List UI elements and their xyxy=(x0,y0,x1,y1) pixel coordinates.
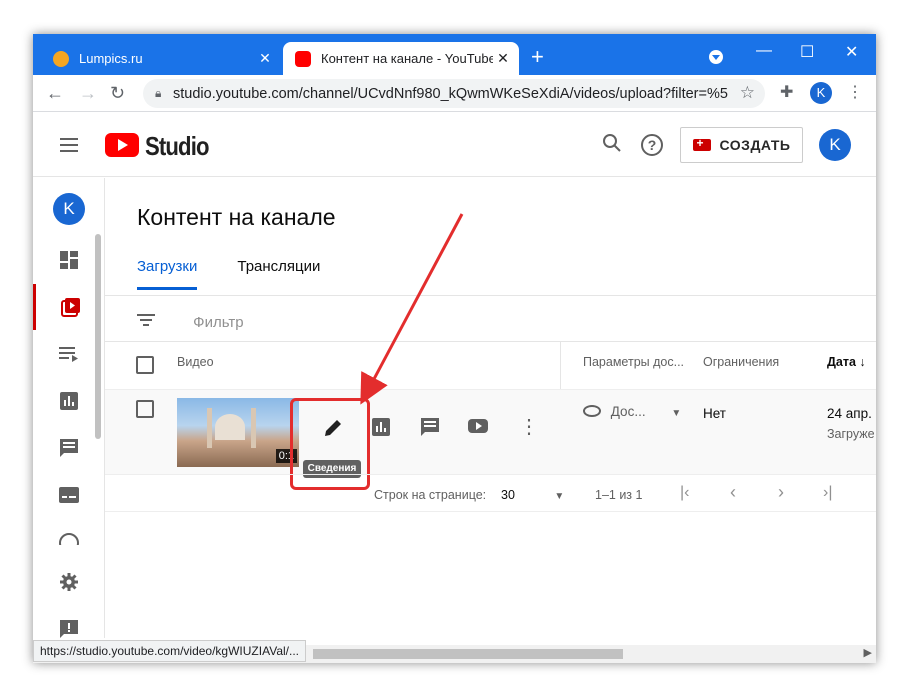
prev-page-icon[interactable]: ‹ xyxy=(730,482,736,503)
tab-title: Lumpics.ru xyxy=(79,51,143,66)
divider xyxy=(105,474,876,475)
rows-per-page-select[interactable]: 30 ▼ xyxy=(501,488,564,502)
divider xyxy=(105,341,876,342)
hamburger-menu-icon[interactable] xyxy=(60,138,78,152)
close-window-icon[interactable]: ✕ xyxy=(845,42,858,62)
tab-title: Контент на канале - YouTube St xyxy=(321,51,493,66)
visibility-cell[interactable]: Дос... ▼ xyxy=(583,404,681,419)
bookmark-star-icon[interactable]: ☆ xyxy=(740,83,755,103)
eye-icon xyxy=(583,405,601,417)
select-all-checkbox[interactable] xyxy=(136,356,154,374)
subtitles-icon[interactable] xyxy=(33,472,105,518)
thumbnail-minaret xyxy=(251,408,256,448)
youtube-favicon-icon xyxy=(295,50,311,67)
chevron-down-icon: ▼ xyxy=(554,491,565,502)
channel-avatar[interactable]: K xyxy=(53,193,85,225)
comments-icon[interactable] xyxy=(421,418,439,441)
back-icon[interactable]: ← xyxy=(46,83,64,103)
restrictions-value: Нет xyxy=(703,406,726,421)
tab-uploads[interactable]: Загрузки xyxy=(137,258,198,290)
search-icon[interactable] xyxy=(602,133,622,159)
column-visibility[interactable]: Параметры дос... xyxy=(583,355,684,369)
minimize-icon[interactable]: — xyxy=(756,42,772,60)
column-date[interactable]: Дата ↓ xyxy=(827,355,866,369)
analytics-icon[interactable] xyxy=(372,418,390,441)
thumbnail-dome xyxy=(215,414,245,440)
menu-kebab-icon[interactable]: ⋮ xyxy=(847,83,863,103)
row-checkbox[interactable] xyxy=(136,400,154,418)
column-video: Видео xyxy=(177,355,214,369)
page-range: 1–1 из 1 xyxy=(595,488,643,502)
column-date-label: Дата xyxy=(827,355,856,369)
youtube-watch-icon[interactable] xyxy=(468,418,488,439)
next-page-icon[interactable]: › xyxy=(778,482,784,503)
new-tab-button[interactable]: + xyxy=(531,46,544,68)
sidebar: K xyxy=(33,178,105,638)
studio-header: Studio ? СОЗДАТЬ K xyxy=(33,113,876,177)
forward-icon[interactable]: → xyxy=(79,83,97,103)
chevron-down-icon: ▼ xyxy=(671,408,682,419)
settings-gear-icon[interactable] xyxy=(33,559,105,605)
status-bar-url: https://studio.youtube.com/video/kgWIUZI… xyxy=(33,640,307,662)
address-bar[interactable]: 🔒︎ studio.youtube.com/channel/UCvdNnf980… xyxy=(143,79,765,108)
filter-icon[interactable] xyxy=(137,313,155,331)
studio-logo-text[interactable]: Studio xyxy=(145,131,209,162)
divider xyxy=(105,295,876,296)
filter-placeholder: Фильтр xyxy=(193,314,244,331)
copyright-icon[interactable] xyxy=(33,519,105,545)
create-button[interactable]: СОЗДАТЬ xyxy=(680,127,803,163)
content-main: Контент на канале Загрузки Трансляции Фи… xyxy=(105,178,876,638)
create-label: СОЗДАТЬ xyxy=(719,137,791,153)
tab-live[interactable]: Трансляции xyxy=(237,258,320,290)
details-tooltip: Сведения xyxy=(303,460,361,478)
lock-icon: 🔒︎ xyxy=(155,86,162,100)
sidebar-scrollbar[interactable] xyxy=(95,234,101,439)
thumbnail-minaret xyxy=(207,408,212,448)
tab-youtube-studio[interactable]: Контент на канале - YouTube St ✕ xyxy=(283,42,519,75)
scrollbar-thumb[interactable] xyxy=(313,649,623,659)
close-tab-icon[interactable]: ✕ xyxy=(493,50,513,67)
tab-search-icon[interactable] xyxy=(709,50,723,64)
column-restrictions[interactable]: Ограничения xyxy=(703,355,779,369)
page-title: Контент на канале xyxy=(137,204,336,230)
create-video-icon xyxy=(692,136,711,151)
last-page-icon[interactable]: ›| xyxy=(823,484,832,502)
options-kebab-icon[interactable]: ⋮ xyxy=(519,414,539,439)
lumpics-favicon-icon xyxy=(53,50,69,67)
help-icon[interactable]: ? xyxy=(641,134,663,156)
tab-lumpics[interactable]: Lumpics.ru ✕ xyxy=(41,42,281,75)
scroll-right-icon[interactable]: ▶ xyxy=(864,646,872,659)
browser-window: Lumpics.ru ✕ Контент на канале - YouTube… xyxy=(33,34,876,663)
video-thumbnail[interactable]: 0:1 xyxy=(177,398,299,467)
account-avatar[interactable]: K xyxy=(819,129,851,161)
url-text: studio.youtube.com/channel/UCvdNnf980_kQ… xyxy=(173,85,728,102)
reload-icon[interactable]: ↻ xyxy=(110,83,125,103)
first-page-icon[interactable]: |‹ xyxy=(680,484,689,502)
divider xyxy=(105,511,876,512)
rows-per-page-label: Строк на странице: xyxy=(374,488,487,502)
extensions-icon[interactable]: ✚ xyxy=(780,83,793,103)
rows-per-page-value: 30 xyxy=(501,488,515,502)
maximize-icon[interactable]: ☐ xyxy=(800,42,814,62)
youtube-logo-icon[interactable] xyxy=(105,133,139,157)
content-tabs: Загрузки Трансляции xyxy=(137,258,320,290)
browser-toolbar: ← → ↻ 🔒︎ studio.youtube.com/channel/UCvd… xyxy=(33,75,876,112)
close-tab-icon[interactable]: ✕ xyxy=(255,50,275,67)
upload-status: Загруже xyxy=(827,427,875,441)
tab-strip: Lumpics.ru ✕ Контент на канале - YouTube… xyxy=(33,34,876,75)
sort-down-arrow-icon: ↓ xyxy=(859,355,866,369)
profile-avatar[interactable]: K xyxy=(810,82,832,104)
date-value: 24 апр. 2 xyxy=(827,406,876,421)
visibility-value: Дос... xyxy=(610,404,646,419)
filter-bar[interactable]: Фильтр xyxy=(137,313,244,331)
